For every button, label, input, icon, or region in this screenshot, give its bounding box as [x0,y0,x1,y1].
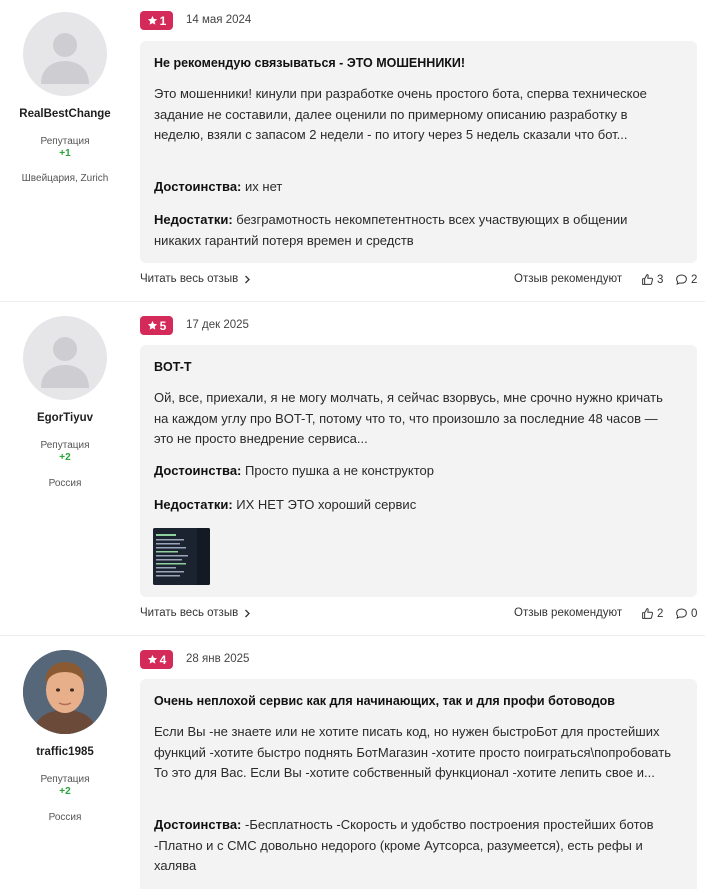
star-icon [147,654,157,664]
rating-badge: 5 [140,316,173,335]
pros-label: Достоинства: [154,817,242,832]
thumbs-up-icon [642,274,653,285]
avatar[interactable] [23,12,107,96]
reputation-label: Репутация [40,136,90,147]
cons-label: Недостатки: [154,212,233,227]
author-location: Швейцария, Zurich [21,173,109,184]
read-more-label: Читать весь отзыв [140,273,239,285]
author-name[interactable]: EgorTiyuv [0,412,130,424]
review-footer: Читать весь отзыв Отзыв рекомендуют 2 0 [140,607,697,623]
chevron-right-icon [245,609,251,617]
review-title[interactable]: Не рекомендую связываться - ЭТО МОШЕННИК… [154,56,683,70]
review-card: BOT-T Ой, все, приехали, я не могу молча… [140,345,697,597]
cons-label: Недостатки: [154,497,233,512]
review-pros: Достоинства: Просто пушка а не конструкт… [154,461,675,482]
comment-button[interactable]: 2 [675,273,697,286]
review-card: Очень неплохой сервис как для начинающих… [140,679,697,889]
review-body: Это мошенники! кинули при разработке оче… [154,86,647,142]
rating-badge: 1 [140,11,173,30]
comment-button[interactable]: 0 [675,607,697,620]
read-more-label: Читать весь отзыв [140,607,239,619]
review-footer: Читать весь отзыв Отзыв рекомендуют 3 2 [140,273,697,289]
review-pros: Достоинства: -Бесплатность -Скорость и у… [154,815,675,877]
like-button[interactable]: 3 [641,273,663,286]
author-location: Россия [48,812,82,823]
review-pros: Достоинства: их нет [154,177,675,198]
recommend-label: Отзыв рекомендуют [514,273,623,285]
review-date: 28 янв 2025 [186,653,250,665]
reputation-value: +2 [59,452,71,463]
pros-text: их нет [245,179,283,194]
chevron-right-icon [245,275,251,283]
review-date: 17 дек 2025 [186,319,249,331]
review-divider [0,301,705,302]
like-count: 2 [657,607,664,620]
pros-label: Достоинства: [154,179,242,194]
read-more-link[interactable]: Читать весь отзыв [140,273,251,285]
review-body: Ой, все, приехали, я не могу молчать, я … [154,390,663,446]
review-divider [0,635,705,636]
star-icon [147,320,157,330]
star-icon [147,15,157,25]
author-name[interactable]: traffic1985 [0,746,130,758]
rating-value: 5 [159,318,167,333]
comment-icon [676,274,687,285]
review-cons: Недостатки: ИХ НЕТ ЭТО хороший сервис [154,495,675,516]
like-count: 3 [657,273,664,286]
review-date: 14 мая 2024 [186,14,252,26]
comment-count: 2 [691,273,698,286]
reputation-label: Репутация [40,440,90,451]
review-card: Не рекомендую связываться - ЭТО МОШЕННИК… [140,41,697,263]
reputation-label: Репутация [40,774,90,785]
comment-count: 0 [691,607,698,620]
author-name[interactable]: RealBestChange [0,108,130,120]
author-location: Россия [48,478,82,489]
avatar[interactable] [23,650,107,734]
recommend-label: Отзыв рекомендуют [514,607,623,619]
read-more-link[interactable]: Читать весь отзыв [140,607,251,619]
rating-badge: 4 [140,650,173,669]
avatar[interactable] [23,316,107,400]
review-cons: Недостатки: безграмотность некомпетентно… [154,210,675,251]
review-title[interactable]: Очень неплохой сервис как для начинающих… [154,694,683,708]
review-body: Если Вы -не знаете или не хотите писать … [154,724,671,780]
rating-value: 4 [159,652,167,667]
reputation-value: +2 [59,786,71,797]
reputation-value: +1 [59,148,71,159]
cons-text: ИХ НЕТ ЭТО хороший сервис [236,497,417,512]
like-button[interactable]: 2 [641,607,663,620]
review-title[interactable]: BOT-T [154,360,683,374]
rating-value: 1 [159,13,167,28]
attached-screenshot-thumbnail[interactable] [153,528,210,585]
comment-icon [676,608,687,619]
pros-text: Просто пушка а не конструктор [245,463,434,478]
thumbs-up-icon [642,608,653,619]
pros-label: Достоинства: [154,463,242,478]
